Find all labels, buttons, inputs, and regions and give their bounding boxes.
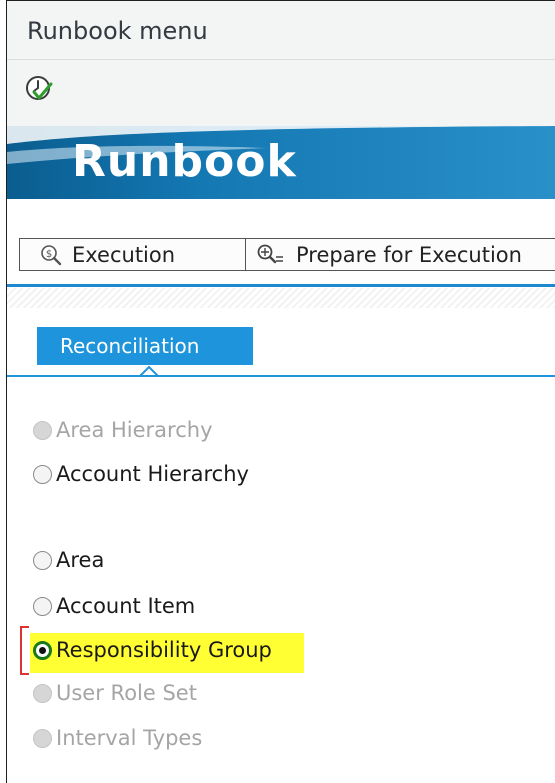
radio-area[interactable]	[33, 550, 52, 570]
focus-marker	[20, 626, 30, 675]
radio-responsibility-group[interactable]	[33, 640, 52, 660]
banner-title: Runbook	[72, 136, 297, 187]
radio-account-item[interactable]	[33, 596, 52, 616]
magnifier-settings-icon	[257, 244, 283, 263]
prepare-for-execution-button[interactable]: Prepare for Execution	[246, 239, 555, 270]
option-label: Responsibility Group	[56, 638, 272, 662]
runbook-banner: Runbook	[7, 126, 555, 199]
radio-user-role-set	[33, 683, 52, 703]
option-label: Account Hierarchy	[56, 462, 249, 486]
section-divider	[7, 284, 555, 287]
radio-area-hierarchy	[33, 420, 52, 440]
option-interval-types: Interval Types	[33, 723, 202, 753]
option-account-hierarchy[interactable]: Account Hierarchy	[33, 459, 249, 489]
option-label: User Role Set	[56, 681, 197, 705]
tab-strip-underline	[7, 375, 555, 377]
tab-reconciliation-label: Reconciliation	[60, 334, 200, 358]
execute-clock-check-icon[interactable]	[24, 74, 54, 104]
option-label: Interval Types	[56, 726, 203, 750]
application-toolbar	[7, 60, 555, 126]
option-area[interactable]: Area	[33, 545, 104, 575]
magnifier-dollar-icon: $	[41, 244, 62, 265]
option-label: Area Hierarchy	[56, 418, 213, 442]
tab-reconciliation[interactable]: Reconciliation	[37, 327, 253, 365]
radio-interval-types	[33, 728, 52, 748]
option-label: Account Item	[56, 594, 196, 618]
prepare-for-execution-label: Prepare for Execution	[296, 242, 522, 267]
hatched-separator	[7, 288, 555, 308]
radio-account-hierarchy[interactable]	[33, 464, 52, 484]
execution-button[interactable]: $ Execution	[20, 239, 246, 270]
option-responsibility-group[interactable]: Responsibility Group	[33, 635, 272, 665]
option-account-item[interactable]: Account Item	[33, 591, 195, 621]
option-area-hierarchy: Area Hierarchy	[33, 415, 213, 445]
action-button-row: $ Execution Prepare for Execution	[19, 238, 555, 271]
execution-button-label: Execution	[72, 242, 176, 267]
option-user-role-set: User Role Set	[33, 678, 197, 708]
svg-text:$: $	[46, 249, 52, 260]
runbook-window: Runbook menu Runbook $ Execution Prepare…	[6, 0, 555, 783]
window-title: Runbook menu	[27, 17, 208, 45]
option-label: Area	[56, 548, 105, 572]
title-bar: Runbook menu	[7, 1, 555, 60]
